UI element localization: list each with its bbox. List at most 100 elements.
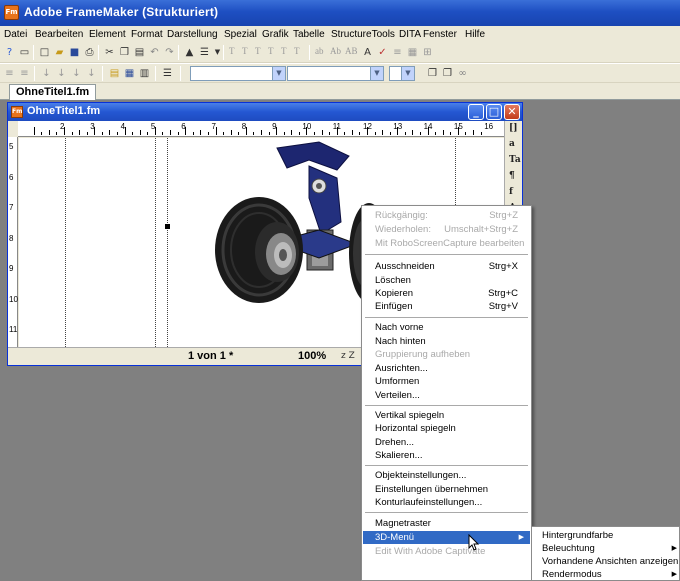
open-folder-icon[interactable]: ▰ (53, 46, 66, 59)
page-indicator[interactable]: 1 von 1 * (188, 350, 233, 362)
book-icon[interactable]: ▥ (138, 67, 151, 80)
spell-check-icon[interactable]: ✓ (376, 46, 389, 59)
menu-tabelle[interactable]: Tabelle (293, 29, 325, 40)
align-center-icon[interactable]: ≡ (18, 67, 31, 80)
menu-item-scale[interactable]: Skalieren... (363, 449, 530, 462)
underline-text-icon[interactable]: T (255, 46, 261, 56)
copy-icon[interactable]: ❐ (118, 46, 131, 59)
menu-item-ungroup[interactable]: Gruppierung aufheben (363, 348, 530, 361)
font-size-select[interactable]: ▼ (287, 66, 384, 81)
italic-text-icon[interactable]: T (242, 46, 248, 56)
tab-center-icon[interactable]: ↓ (55, 67, 68, 80)
menu-item-align[interactable]: Ausrichten... (363, 362, 530, 375)
anchored-frame-icon[interactable]: ▦ (406, 46, 419, 59)
menu-item-paste[interactable]: Einfügen Strg+V (363, 300, 530, 313)
menu-item-3d-menu[interactable]: 3D-Menü ▶ (363, 531, 530, 544)
menu-item-snap[interactable]: Magnetraster (363, 517, 530, 530)
vertical-ruler[interactable]: 5 6 7 8 9 10 11 (8, 137, 18, 347)
binoculars-icon[interactable]: ∞ (456, 67, 469, 80)
menu-darstellung[interactable]: Darstellung (167, 29, 218, 40)
menu-item-send-to-back[interactable]: Nach hinten (363, 335, 530, 348)
line-spacing-select[interactable]: ▼ (389, 66, 415, 81)
menu-item-object-properties[interactable]: Objekteinstellungen... (363, 469, 530, 482)
structure-bracket-icon[interactable]: [] (509, 123, 518, 133)
maximize-button[interactable]: □ (486, 104, 502, 120)
submenu-item-background-color[interactable]: Hintergrundfarbe (533, 529, 680, 542)
align-left-icon[interactable]: ≡ (3, 67, 16, 80)
copy-format-icon[interactable]: ❐ (426, 67, 439, 80)
tab-decimal-icon[interactable]: ↓ (85, 67, 98, 80)
menu-item-redo[interactable]: Wiederholen: Umschalt+Strg+Z (363, 223, 530, 236)
menu-item-flip-vertical[interactable]: Vertikal spiegeln (363, 409, 530, 422)
zoom-controls[interactable]: z Z (341, 351, 355, 361)
menu-item-cut[interactable]: Ausschneiden Strg+X (363, 260, 530, 273)
strike-text-icon[interactable]: T (281, 46, 287, 56)
spacing-icon[interactable]: ☰ (161, 67, 174, 80)
menu-item-reshape[interactable]: Umformen (363, 375, 530, 388)
submenu-item-show-views[interactable]: Vorhandene Ansichten anzeigen (533, 555, 680, 568)
menu-item-delete[interactable]: Löschen (363, 274, 530, 287)
help-icon[interactable]: ? (3, 46, 16, 59)
menu-structuretools[interactable]: StructureTools (331, 29, 395, 40)
menu-bearbeiten[interactable]: Bearbeiten (35, 29, 83, 40)
chevron-down-icon[interactable]: ▼ (401, 67, 414, 80)
tab-ohnetitel1[interactable]: OhneTitel1.fm (9, 84, 97, 100)
paragraph-designer-icon[interactable]: ☰ (198, 46, 211, 59)
document-titlebar[interactable]: Fm OhneTitel1.fm _ □ ✕ (8, 103, 522, 121)
lowercase-icon[interactable]: ab (315, 46, 324, 56)
menu-item-copy[interactable]: Kopieren Strg+C (363, 287, 530, 300)
structure-view-icon[interactable]: ▭ (18, 46, 31, 59)
zoom-level[interactable]: 100% (298, 350, 326, 362)
submenu-item-lighting[interactable]: Beleuchtung ▶ (533, 542, 680, 555)
bold-text-icon[interactable]: T (229, 46, 235, 56)
text-catalog-icon[interactable]: Ta (509, 155, 521, 165)
table-icon[interactable]: ⊞ (421, 46, 434, 59)
paste-icon[interactable]: ▤ (133, 46, 146, 59)
framemaker-doc-icon[interactable]: Fm (11, 106, 23, 118)
font-family-select[interactable]: ▼ (190, 66, 286, 81)
page-icon[interactable]: ▤ (108, 67, 121, 80)
function-icon[interactable]: f (509, 187, 513, 197)
paste-format-icon[interactable]: ❐ (441, 67, 454, 80)
framemaker-app-icon[interactable]: Fm (4, 5, 19, 20)
chevron-down-icon[interactable]: ▼ (272, 67, 285, 80)
menu-item-rotate[interactable]: Drehen... (363, 436, 530, 449)
menu-item-runaround-properties[interactable]: Konturlaufeinstellungen... (363, 496, 530, 509)
print-icon[interactable]: ⎙ (83, 46, 96, 59)
close-button[interactable]: ✕ (504, 104, 520, 120)
menu-dita[interactable]: DITA (399, 29, 421, 40)
submenu-item-render-mode[interactable]: Rendermodus ▶ (533, 568, 680, 581)
overline-text-icon[interactable]: T (268, 46, 274, 56)
menu-item-flip-horizontal[interactable]: Horizontal spiegeln (363, 422, 530, 435)
uppercase-icon[interactable]: AB (345, 46, 358, 56)
find-change-icon[interactable]: A (361, 46, 374, 59)
table-format-icon[interactable]: ▦ (123, 67, 136, 80)
new-document-icon[interactable]: □ (38, 46, 51, 59)
chevron-down-icon[interactable]: ▼ (370, 67, 383, 80)
menu-datei[interactable]: Datei (4, 29, 27, 40)
menu-item-undo[interactable]: Rückgängig: Strg+Z (363, 209, 530, 222)
menu-item-distribute[interactable]: Verteilen... (363, 389, 530, 402)
menu-spezial[interactable]: Spezial (224, 29, 257, 40)
character-catalog-icon[interactable]: a (509, 139, 515, 149)
menu-grafik[interactable]: Grafik (262, 29, 289, 40)
menu-fenster[interactable]: Fenster (423, 29, 457, 40)
menu-hilfe[interactable]: Hilfe (465, 29, 485, 40)
menu-item-edit-with-captivate[interactable]: Edit With Adobe Captivate (363, 545, 530, 558)
menu-element[interactable]: Element (89, 29, 126, 40)
menu-item-roboscreencapture[interactable]: Mit RoboScreenCapture bearbeiten (363, 237, 530, 250)
change-bar-icon[interactable]: T (294, 46, 300, 56)
equation-icon[interactable]: ≡ (391, 46, 404, 59)
tab-left-icon[interactable]: ↓ (40, 67, 53, 80)
tab-right-icon[interactable]: ↓ (70, 67, 83, 80)
undo-icon[interactable]: ↶ (148, 46, 161, 59)
minimize-button[interactable]: _ (468, 104, 484, 120)
cut-icon[interactable]: ✂ (103, 46, 116, 59)
menu-item-pick-up-properties[interactable]: Einstellungen übernehmen (363, 483, 530, 496)
menu-item-bring-to-front[interactable]: Nach vorne (363, 321, 530, 334)
horizontal-ruler[interactable]: 2345678910111213141516 (18, 121, 504, 137)
redo-icon[interactable]: ↷ (163, 46, 176, 59)
triangle-up-icon[interactable]: ▲ (183, 46, 196, 59)
initial-caps-icon[interactable]: Ab (330, 46, 341, 56)
menu-format[interactable]: Format (131, 29, 163, 40)
